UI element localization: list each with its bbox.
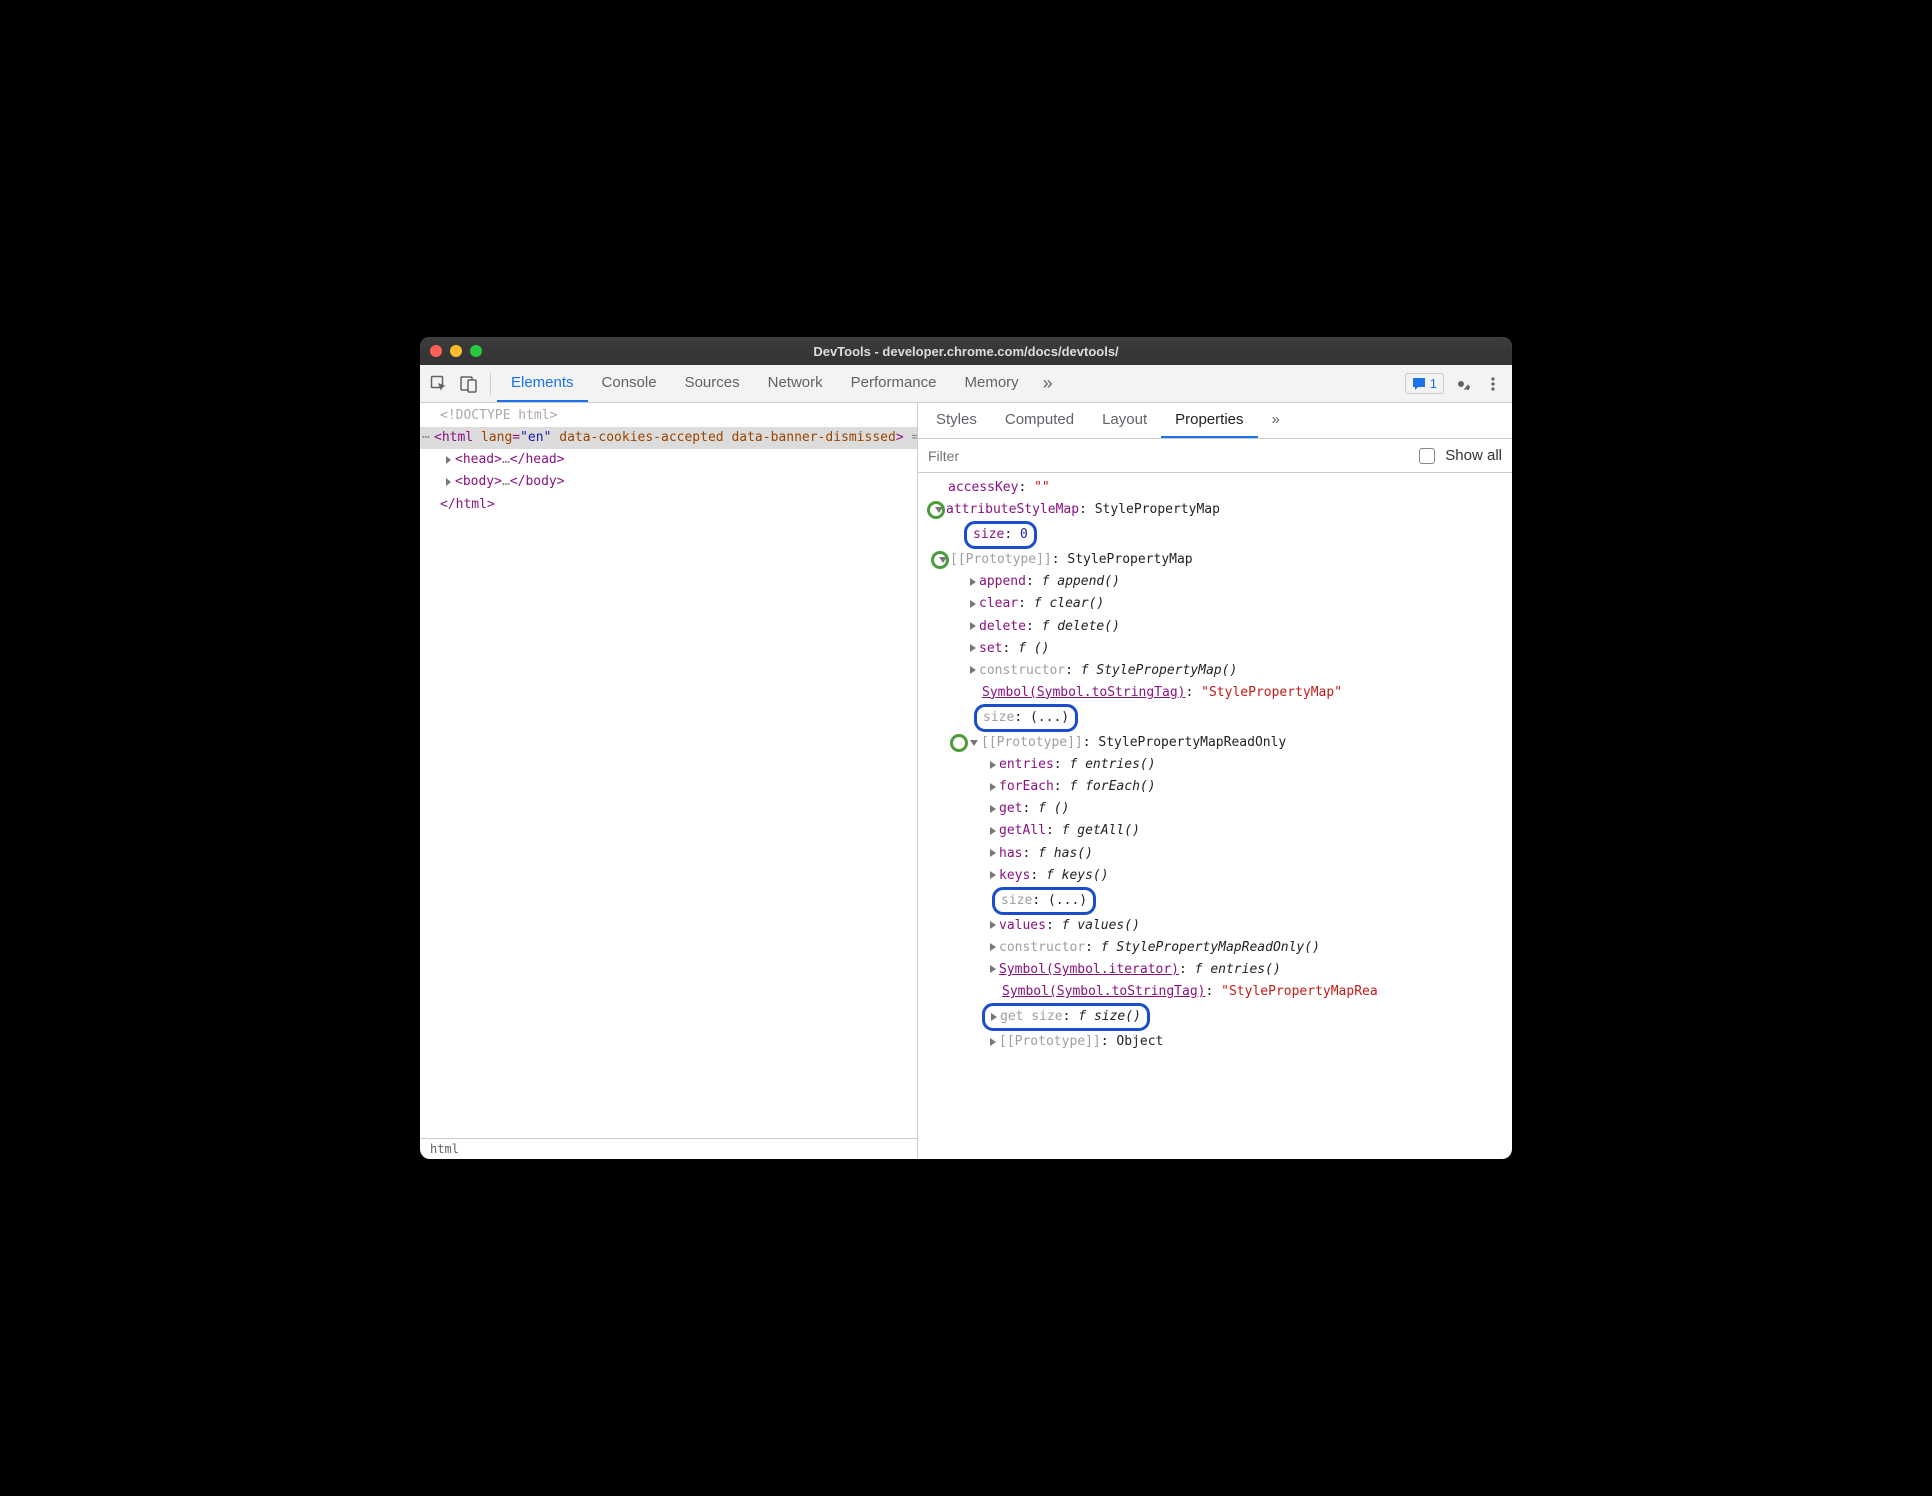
issues-count: 1: [1430, 376, 1437, 391]
expand-icon[interactable]: [970, 578, 976, 586]
devtools-window: DevTools - developer.chrome.com/docs/dev…: [420, 337, 1512, 1159]
prop-symbol-tostringtag-1[interactable]: Symbol(Symbol.toStringTag): "StyleProper…: [918, 682, 1512, 704]
annotation-pill-icon: size: (...): [974, 704, 1078, 732]
prop-get-size[interactable]: get size: f size(): [918, 1003, 1512, 1031]
titlebar: DevTools - developer.chrome.com/docs/dev…: [420, 337, 1512, 365]
issues-button[interactable]: 1: [1405, 373, 1444, 394]
prop-entries[interactable]: entries: f entries(): [918, 754, 1512, 776]
breadcrumb[interactable]: html: [420, 1138, 917, 1159]
tab-performance[interactable]: Performance: [837, 365, 951, 402]
tab-memory[interactable]: Memory: [951, 365, 1033, 402]
show-all-label: Show all: [1445, 447, 1502, 464]
expand-icon[interactable]: [990, 761, 996, 769]
prop-attributestylemap[interactable]: attributeStyleMap: StylePropertyMap: [918, 499, 1512, 521]
prop-clear[interactable]: clear: f clear(): [918, 593, 1512, 615]
dom-head[interactable]: <head>…</head>: [420, 449, 917, 471]
issue-icon: [1412, 377, 1426, 391]
tab-console[interactable]: Console: [588, 365, 671, 402]
tab-network[interactable]: Network: [754, 365, 837, 402]
main-toolbar: Elements Console Sources Network Perform…: [420, 365, 1512, 403]
prop-accesskey[interactable]: accessKey: "": [918, 477, 1512, 499]
window-title: DevTools - developer.chrome.com/docs/dev…: [420, 344, 1512, 359]
inspect-element-icon[interactable]: [424, 369, 454, 399]
dom-doctype[interactable]: <!DOCTYPE html>: [420, 405, 917, 427]
device-toolbar-icon[interactable]: [454, 369, 484, 399]
tab-sources[interactable]: Sources: [671, 365, 754, 402]
dom-body[interactable]: <body>…</body>: [420, 471, 917, 493]
annotation-pill-icon: size: 0: [964, 521, 1037, 549]
prop-values[interactable]: values: f values(): [918, 915, 1512, 937]
annotation-circle-icon: [927, 501, 945, 519]
annotation-pill-icon: size: (...): [992, 887, 1096, 915]
filter-bar: Show all: [918, 439, 1512, 473]
expand-icon[interactable]: [990, 943, 996, 951]
tab-properties[interactable]: Properties: [1161, 403, 1257, 438]
annotation-circle-icon: [931, 551, 949, 569]
prop-size-ellipsis-1[interactable]: size: (...): [918, 704, 1512, 732]
prop-has[interactable]: has: f has(): [918, 843, 1512, 865]
subtabs-more-icon[interactable]: »: [1258, 403, 1294, 438]
prop-symbol-tostringtag-2[interactable]: Symbol(Symbol.toStringTag): "StyleProper…: [918, 981, 1512, 1003]
prop-getall[interactable]: getAll: f getAll(): [918, 820, 1512, 842]
prop-set[interactable]: set: f (): [918, 638, 1512, 660]
prop-prototype-1[interactable]: [[Prototype]]: StylePropertyMap: [918, 549, 1512, 571]
dom-html-close[interactable]: </html>: [420, 494, 917, 516]
prop-get[interactable]: get: f (): [918, 798, 1512, 820]
expand-icon[interactable]: [990, 783, 996, 791]
expand-icon[interactable]: [970, 600, 976, 608]
dom-tree[interactable]: <!DOCTYPE html> ⋯ <html lang="en" data-c…: [420, 403, 917, 1138]
expand-icon[interactable]: [990, 849, 996, 857]
tab-elements[interactable]: Elements: [497, 365, 588, 402]
expand-icon[interactable]: [970, 666, 976, 674]
expand-icon[interactable]: [446, 478, 451, 486]
prop-keys[interactable]: keys: f keys(): [918, 865, 1512, 887]
filter-input[interactable]: [928, 448, 1409, 464]
settings-icon[interactable]: [1446, 369, 1476, 399]
properties-tree[interactable]: accessKey: "" attributeStyleMap: StylePr…: [918, 473, 1512, 1159]
prop-size-0[interactable]: size: 0: [918, 521, 1512, 549]
expand-icon[interactable]: [990, 827, 996, 835]
annotation-pill-icon: get size: f size(): [982, 1003, 1150, 1031]
ellipsis-icon: ⋯: [422, 428, 430, 448]
prop-constructor-1[interactable]: constructor: f StylePropertyMap(): [918, 660, 1512, 682]
tab-computed[interactable]: Computed: [991, 403, 1088, 438]
tabs-more-icon[interactable]: »: [1033, 365, 1063, 402]
expand-icon[interactable]: [446, 456, 451, 464]
toolbar-divider: [490, 373, 491, 395]
more-menu-icon[interactable]: [1478, 369, 1508, 399]
expand-icon[interactable]: [990, 805, 996, 813]
expand-icon[interactable]: [990, 921, 996, 929]
show-all-checkbox[interactable]: [1419, 448, 1435, 464]
expand-icon[interactable]: [970, 644, 976, 652]
tab-layout[interactable]: Layout: [1088, 403, 1161, 438]
prop-constructor-2[interactable]: constructor: f StylePropertyMapReadOnly(…: [918, 937, 1512, 959]
prop-prototype-2[interactable]: [[Prototype]]: StylePropertyMapReadOnly: [918, 732, 1512, 754]
main-tabs: Elements Console Sources Network Perform…: [497, 365, 1063, 402]
elements-panel: <!DOCTYPE html> ⋯ <html lang="en" data-c…: [420, 403, 918, 1159]
expand-icon[interactable]: [990, 965, 996, 973]
expand-icon[interactable]: [970, 622, 976, 630]
expand-icon[interactable]: [990, 871, 996, 879]
prop-append[interactable]: append: f append(): [918, 571, 1512, 593]
prop-symbol-iterator[interactable]: Symbol(Symbol.iterator): f entries(): [918, 959, 1512, 981]
dom-html-element[interactable]: ⋯ <html lang="en" data-cookies-accepted …: [420, 427, 917, 449]
collapse-icon[interactable]: [970, 740, 978, 746]
expand-icon[interactable]: [990, 1038, 996, 1046]
expand-icon[interactable]: [991, 1013, 997, 1021]
sidebar-panel: Styles Computed Layout Properties » Show…: [918, 403, 1512, 1159]
tab-styles[interactable]: Styles: [922, 403, 991, 438]
prop-size-ellipsis-2[interactable]: size: (...): [918, 887, 1512, 915]
prop-prototype-3[interactable]: [[Prototype]]: Object: [918, 1031, 1512, 1053]
annotation-circle-icon: [950, 734, 968, 752]
prop-foreach[interactable]: forEach: f forEach(): [918, 776, 1512, 798]
sidebar-tabs: Styles Computed Layout Properties »: [918, 403, 1512, 439]
prop-delete[interactable]: delete: f delete(): [918, 616, 1512, 638]
